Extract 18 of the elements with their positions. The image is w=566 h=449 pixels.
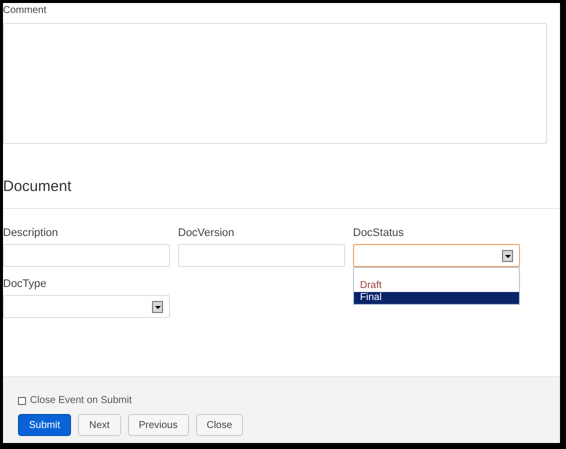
checkbox-label: Close Event on Submit: [30, 394, 132, 408]
dropdown-option[interactable]: Final: [354, 292, 519, 304]
comment-field[interactable]: [3, 23, 547, 144]
section-title: Document: [3, 178, 72, 196]
text-field[interactable]: [178, 244, 345, 267]
comment-label: Comment: [3, 4, 48, 18]
field-label: DocType: [3, 277, 48, 291]
text-field[interactable]: [3, 244, 170, 267]
action-button[interactable]: Previous: [128, 414, 189, 436]
submit-button[interactable]: Submit: [18, 414, 72, 436]
action-button[interactable]: Close: [196, 414, 244, 436]
checkbox[interactable]: [18, 396, 26, 404]
field-label: DocStatus: [353, 226, 405, 240]
select-field[interactable]: [353, 244, 520, 267]
select-field[interactable]: [3, 295, 170, 318]
action-button[interactable]: Next: [78, 414, 121, 436]
field-label: DocVersion: [178, 226, 236, 240]
field-label: Description: [3, 226, 60, 240]
